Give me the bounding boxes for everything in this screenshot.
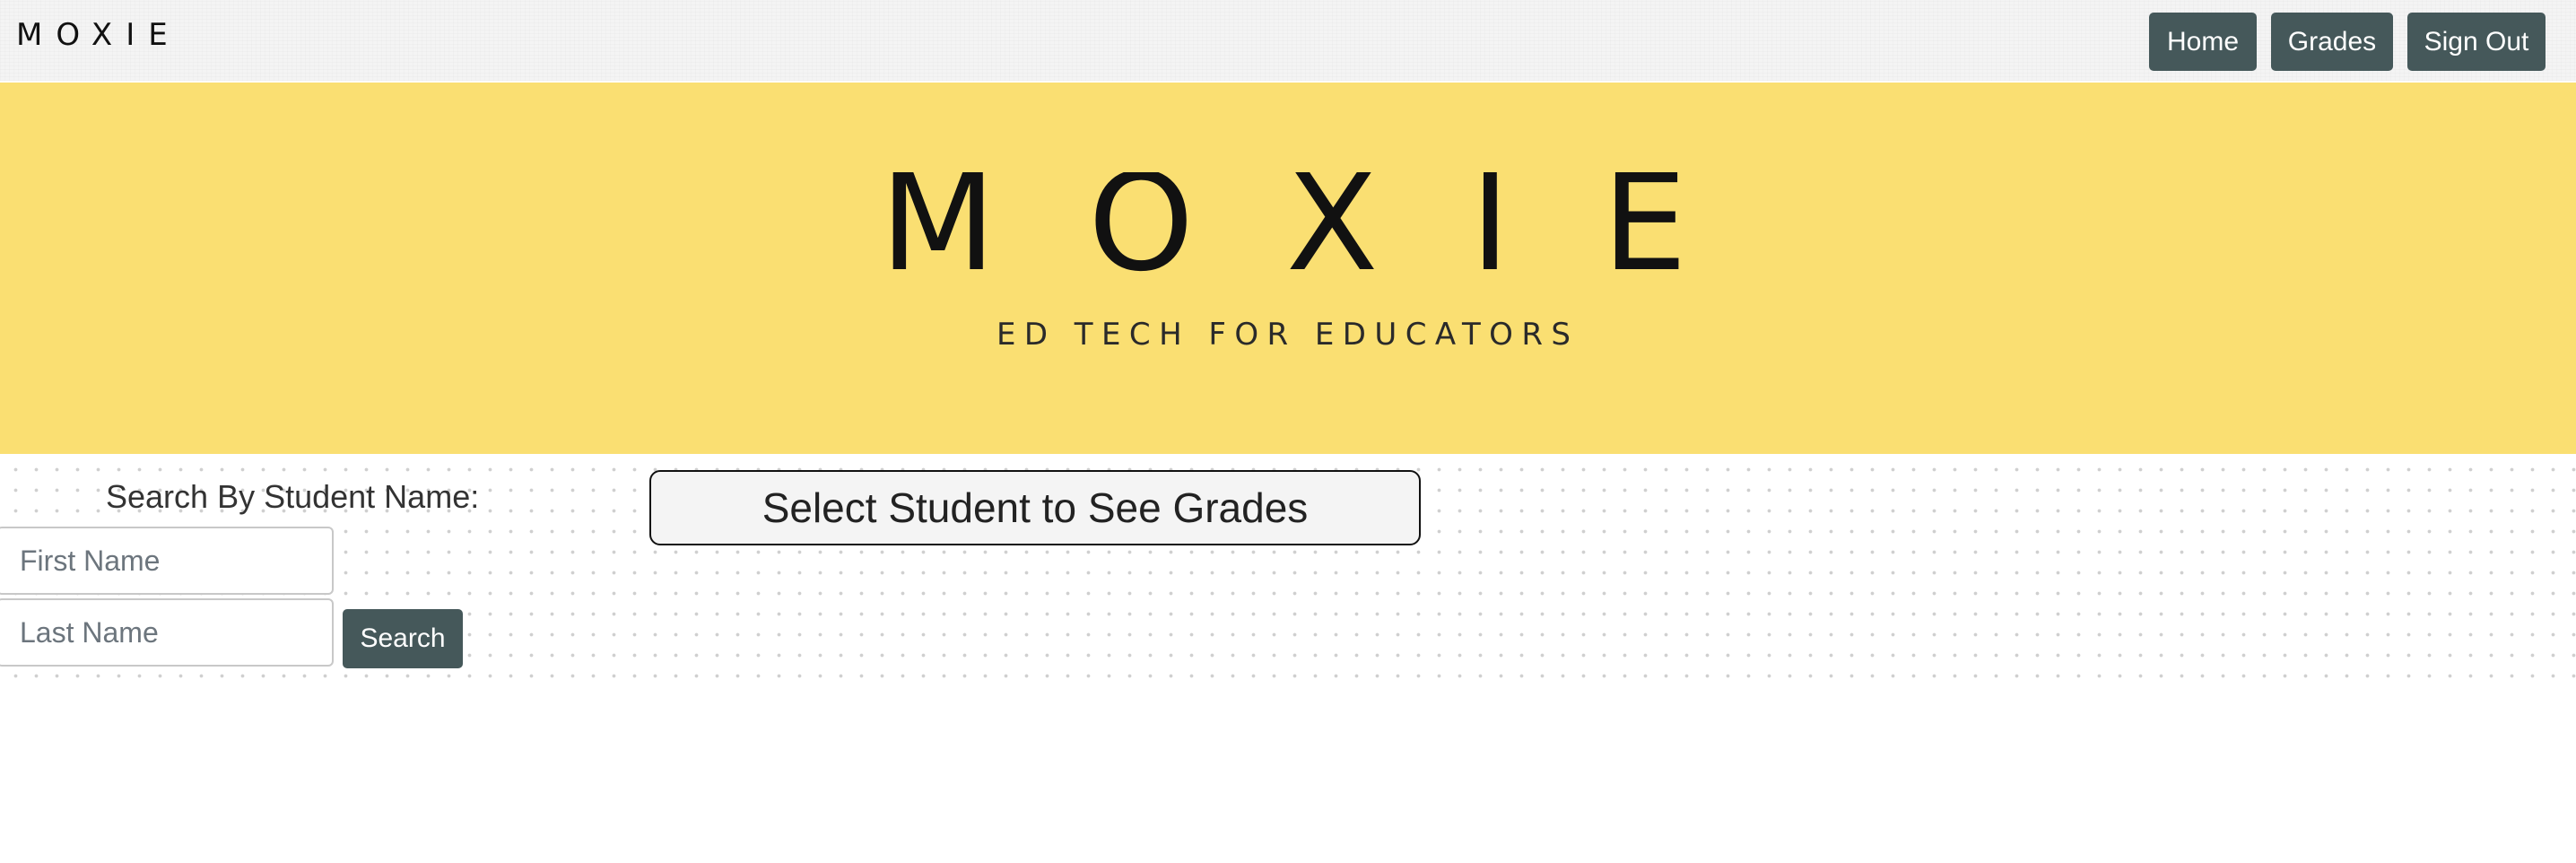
sign-out-button[interactable]: Sign Out bbox=[2407, 13, 2546, 71]
search-button[interactable]: Search bbox=[343, 609, 463, 668]
logo-tagline: ED TECH FOR EDUCATORS bbox=[996, 317, 1571, 353]
grades-prompt-box: Select Student to See Grades bbox=[649, 470, 1421, 545]
logo-title: M O X I E bbox=[880, 172, 1687, 301]
brand-logo-text[interactable]: MOXIE bbox=[16, 16, 181, 54]
first-name-input[interactable] bbox=[0, 527, 334, 595]
last-name-input[interactable] bbox=[0, 598, 334, 667]
search-by-name-label: Search By Student Name: bbox=[106, 478, 480, 515]
hero-banner: M O X I E ED TECH FOR EDUCATORS bbox=[0, 83, 2576, 454]
grades-button[interactable]: Grades bbox=[2271, 13, 2393, 71]
grades-prompt-text: Select Student to See Grades bbox=[761, 484, 1309, 531]
home-button[interactable]: Home bbox=[2149, 13, 2257, 71]
top-navbar: MOXIE Home Grades Sign Out bbox=[0, 0, 2576, 81]
moxie-logo: M O X I E ED TECH FOR EDUCATORS bbox=[880, 172, 1687, 353]
